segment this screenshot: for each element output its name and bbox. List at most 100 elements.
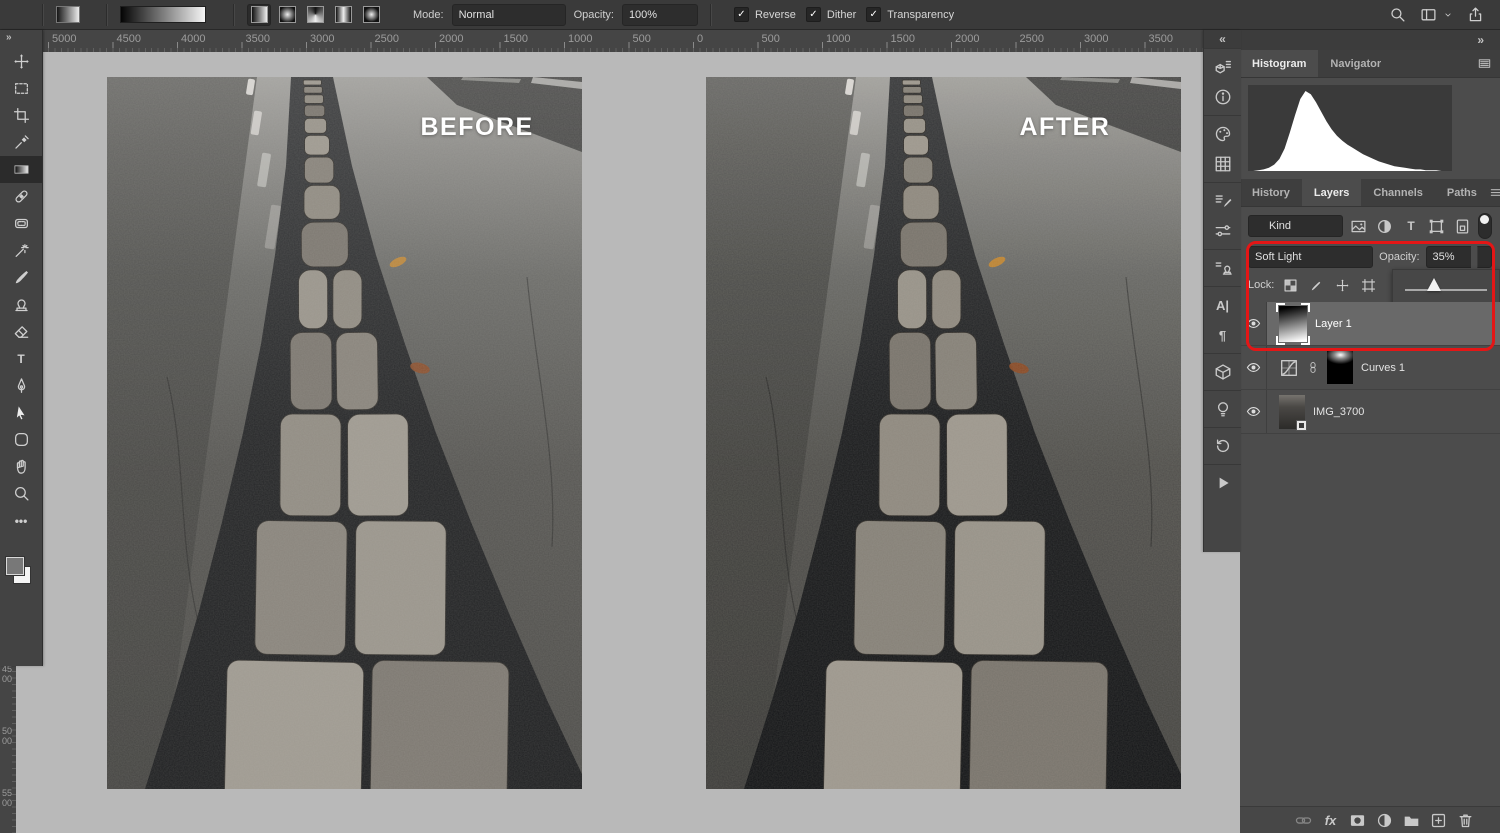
healing-tool-button[interactable] [0,183,42,210]
default-swap-colors[interactable] [0,534,42,554]
move-tool-button[interactable] [0,48,42,75]
info-panel-button[interactable] [1204,82,1241,112]
lock-paint-icon[interactable] [1309,278,1324,293]
actions-panel-button[interactable] [1204,468,1241,498]
tab-layers[interactable]: Layers [1302,179,1361,206]
brush-settings-panel-button[interactable] [1204,186,1241,216]
layer-row-layer-1[interactable]: Layer 1 [1240,302,1500,346]
diamond-gradient-button[interactable] [359,4,383,26]
dither-checkbox[interactable]: ✓Dither [806,7,856,22]
tab-navigator[interactable]: Navigator [1318,50,1393,77]
gradient-tool-button[interactable] [0,156,42,183]
reverse-checkbox[interactable]: ✓Reverse [734,7,796,22]
new-group-icon[interactable] [1403,812,1420,829]
horizontal-ruler[interactable]: 5000450040003500300025002000150010005000… [16,30,1203,53]
tab-history[interactable]: History [1240,179,1302,206]
layer-row-img-3700[interactable]: IMG_3700 [1240,390,1500,434]
brush-tool-button[interactable] [0,264,42,291]
workspace-switcher-icon[interactable] [1420,6,1437,23]
reflected-gradient-button[interactable] [331,4,355,26]
clone-stamp-tool-button[interactable] [0,291,42,318]
opacity-slider-thumb[interactable] [1427,278,1441,291]
history-panel-panel-button[interactable] [1204,431,1241,461]
kind-filter-select[interactable]: Kind [1248,215,1343,237]
after-image[interactable]: AFTER [706,77,1181,789]
filter-shape-icon[interactable] [1428,218,1445,235]
layers-opacity-field[interactable]: 35% [1426,246,1471,268]
filter-pixel-icon[interactable] [1350,218,1367,235]
opacity-select[interactable]: 100% [622,4,698,26]
share-icon[interactable] [1467,6,1484,23]
lock-artboard-icon[interactable] [1361,278,1376,293]
expand-panels-button[interactable]: » [1240,30,1500,50]
layer-thumbnail[interactable] [1279,395,1305,429]
collapse-panels-button[interactable]: « [1204,30,1241,48]
filter-adjustment-icon[interactable] [1376,218,1393,235]
before-image[interactable]: BEFORE [107,77,582,789]
pen-tool-button[interactable] [0,372,42,399]
libraries-panel-button[interactable] [1204,52,1241,82]
tab-paths[interactable]: Paths [1435,179,1489,206]
link-layers-icon[interactable] [1295,812,1312,829]
layer-effects-icon[interactable]: fx [1322,812,1339,829]
mode-select[interactable]: Normal [452,4,566,26]
filter-smartobject-icon[interactable] [1454,218,1471,235]
learn-panel-button[interactable] [1204,394,1241,424]
color-swatches[interactable] [0,554,42,586]
threed-panel-button[interactable] [1204,357,1241,387]
tools-panel-expand[interactable]: » [0,30,42,48]
eraser-tool-button[interactable] [0,318,42,345]
home-icon[interactable] [12,6,30,24]
blend-mode-select[interactable]: Soft Light [1248,246,1373,268]
lock-position-icon[interactable] [1335,278,1350,293]
layer-visibility-toggle[interactable] [1240,346,1267,389]
layers-opacity-dropdown-button[interactable] [1477,246,1492,268]
radial-gradient-button[interactable] [275,4,299,26]
curves-thumb-icon[interactable] [1279,359,1299,377]
search-icon[interactable] [1389,6,1406,23]
clone-source-panel-button[interactable] [1204,253,1241,283]
opacity-slider-track[interactable] [1405,289,1487,291]
lock-transparency-icon[interactable] [1283,278,1298,293]
layer-visibility-toggle[interactable] [1240,390,1267,433]
layer-mask-thumbnail[interactable] [1327,351,1353,384]
gradient-editor-button[interactable] [120,6,221,23]
magic-wand-tool-button[interactable] [0,237,42,264]
screen-mode-button[interactable] [0,613,42,640]
add-adjustment-icon[interactable] [1376,812,1393,829]
crop-tool-button[interactable] [0,102,42,129]
direct-selection-tool-button[interactable] [0,399,42,426]
add-mask-icon[interactable] [1349,812,1366,829]
marquee-tool-button[interactable] [0,75,42,102]
tool-preset-picker[interactable] [56,6,94,23]
quick-mask-button[interactable] [0,586,42,613]
eyedropper-tool-button[interactable] [0,129,42,156]
new-layer-icon[interactable] [1430,812,1447,829]
more-tools-button[interactable]: ••• [0,507,42,534]
shape-tool-button[interactable] [0,426,42,453]
tab-channels[interactable]: Channels [1361,179,1435,206]
panel-menu-button[interactable] [1489,179,1500,206]
angle-gradient-button[interactable] [303,4,327,26]
transparency-checkbox[interactable]: ✓Transparency [866,7,954,22]
warning-icon[interactable] [1429,91,1444,106]
paragraph-panel-button[interactable]: ¶ [1204,320,1241,350]
panel-menu-button[interactable] [1477,50,1500,77]
foreground-color-swatch[interactable] [6,557,24,575]
layer-row-curves-1[interactable]: Curves 1 [1240,346,1500,390]
color-panel-button[interactable] [1204,119,1241,149]
character-panel-button[interactable]: A| [1204,290,1241,320]
zoom-tool-button[interactable] [0,480,42,507]
swatches-panel-button[interactable] [1204,149,1241,179]
type-tool-button[interactable]: T [0,345,42,372]
patch-tool-button[interactable] [0,210,42,237]
canvas-area[interactable]: BEFORE AFTER [16,52,1240,833]
layer-thumbnail[interactable] [1279,306,1307,342]
linear-gradient-button[interactable] [247,4,271,26]
hand-tool-button[interactable] [0,453,42,480]
filter-toggle-switch[interactable] [1478,213,1492,239]
brush-presets-panel-button[interactable] [1204,216,1241,246]
layer-visibility-toggle[interactable] [1240,302,1267,345]
filter-type-icon[interactable]: T [1402,218,1419,235]
delete-layer-icon[interactable] [1457,812,1474,829]
